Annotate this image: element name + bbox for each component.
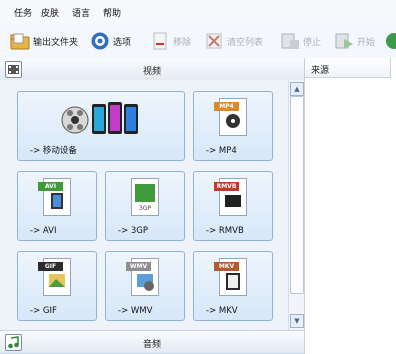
gear-icon bbox=[90, 31, 110, 51]
tile-3gp[interactable]: 3GP -> 3GP bbox=[105, 171, 185, 241]
extra-button[interactable] bbox=[384, 28, 396, 54]
format-grid-scrollbar[interactable]: ▲ ▼ bbox=[288, 80, 304, 330]
tile-avi[interactable]: AVI -> AVI bbox=[17, 171, 97, 241]
tile-mkv[interactable]: MKV -> MKV bbox=[193, 251, 273, 321]
stop-label: 停止 bbox=[303, 37, 322, 48]
conversion-panel: 视频 -> 移动设备 MP4 -> MP4 AVI -> AVI 3GP -> … bbox=[0, 58, 305, 354]
clear-list-button[interactable]: 清空列表 bbox=[204, 28, 263, 54]
tile-mobile-device[interactable]: -> 移动设备 bbox=[17, 91, 185, 161]
wmv-file-icon: WMV bbox=[126, 258, 159, 296]
clear-list-icon bbox=[204, 31, 224, 51]
options-button[interactable]: 选项 bbox=[90, 28, 131, 54]
folder-icon bbox=[10, 31, 30, 51]
scroll-thumb[interactable] bbox=[290, 96, 304, 294]
tile-label: -> GIF bbox=[30, 306, 57, 316]
start-icon bbox=[334, 31, 354, 51]
tile-label: -> MP4 bbox=[206, 146, 237, 156]
tile-wmv[interactable]: WMV -> WMV bbox=[105, 251, 185, 321]
menu-bar: 任务 皮肤 语言 帮助 bbox=[0, 0, 396, 24]
globe-icon bbox=[384, 31, 396, 51]
tile-gif[interactable]: GIF -> GIF bbox=[17, 251, 97, 321]
video-section-title: 视频 bbox=[142, 67, 161, 77]
file-list-panel: 来源 bbox=[305, 58, 396, 354]
gif-file-icon: GIF bbox=[38, 258, 71, 296]
audio-section-title: 音频 bbox=[142, 340, 161, 350]
tile-label: -> 移动设备 bbox=[30, 146, 77, 156]
mobile-devices-icon bbox=[61, 98, 141, 141]
video-section-header[interactable]: 视频 bbox=[0, 58, 304, 81]
toolbar: 输出文件夹 选项 移除 清空列表 停止 开始 bbox=[0, 24, 396, 59]
scroll-up-button[interactable]: ▲ bbox=[290, 82, 304, 96]
source-column-header[interactable]: 来源 bbox=[305, 58, 391, 78]
audio-section-header[interactable]: 音频 bbox=[0, 330, 304, 354]
menu-help[interactable]: 帮助 bbox=[103, 6, 121, 19]
tile-label: -> WMV bbox=[118, 306, 153, 316]
options-label: 选项 bbox=[113, 37, 132, 48]
clear-list-label: 清空列表 bbox=[227, 37, 264, 48]
format-grid: -> 移动设备 MP4 -> MP4 AVI -> AVI 3GP -> 3GP… bbox=[0, 80, 288, 330]
start-button[interactable]: 开始 bbox=[334, 28, 375, 54]
svg-text:3GP: 3GP bbox=[139, 205, 151, 212]
remove-label: 移除 bbox=[173, 37, 192, 48]
mkv-file-icon: MKV bbox=[214, 258, 247, 296]
stop-button[interactable]: 停止 bbox=[280, 28, 321, 54]
source-column-label: 来源 bbox=[311, 66, 330, 76]
stop-icon bbox=[280, 31, 300, 51]
menu-task[interactable]: 任务 bbox=[14, 6, 32, 19]
start-label: 开始 bbox=[357, 37, 376, 48]
tile-label: -> 3GP bbox=[118, 226, 149, 236]
remove-document-icon bbox=[150, 31, 170, 51]
3gp-file-icon: 3GP bbox=[131, 178, 159, 216]
remove-button[interactable]: 移除 bbox=[150, 28, 191, 54]
scroll-down-button[interactable]: ▼ bbox=[290, 314, 304, 328]
tile-label: -> RMVB bbox=[206, 226, 244, 236]
tile-label: -> AVI bbox=[30, 226, 57, 236]
tile-label: -> MKV bbox=[206, 306, 238, 316]
tile-mp4[interactable]: MP4 -> MP4 bbox=[193, 91, 273, 161]
rmvb-file-icon: RMVB bbox=[214, 178, 247, 216]
tile-rmvb[interactable]: RMVB -> RMVB bbox=[193, 171, 273, 241]
output-folder-button[interactable]: 输出文件夹 bbox=[10, 28, 78, 54]
menu-skin[interactable]: 皮肤 bbox=[41, 6, 59, 19]
avi-file-icon: AVI bbox=[38, 178, 71, 216]
mp4-file-icon: MP4 bbox=[214, 98, 247, 136]
output-folder-label: 输出文件夹 bbox=[33, 37, 79, 48]
menu-language[interactable]: 语言 bbox=[72, 6, 90, 19]
